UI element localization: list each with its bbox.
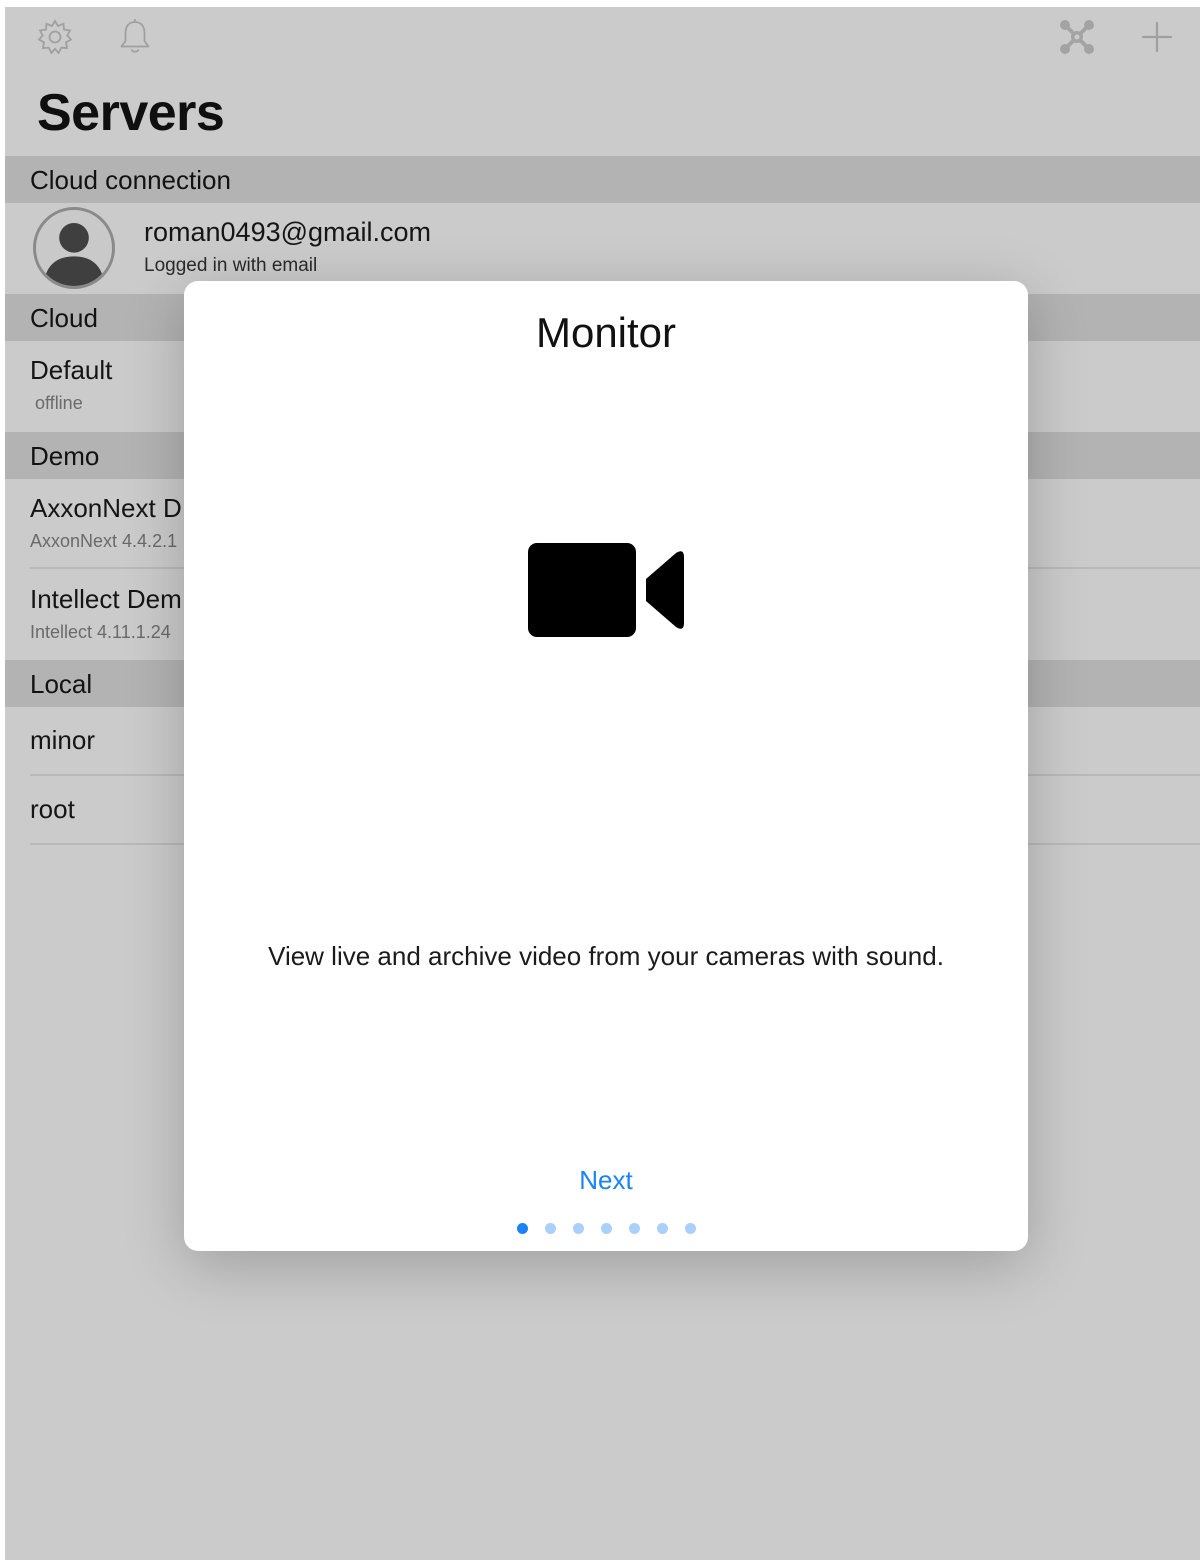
next-button[interactable]: Next [506,1165,706,1196]
page-dot[interactable] [516,1223,528,1234]
video-camera-icon [526,541,686,639]
server-status: offline [35,393,83,413]
gear-icon[interactable] [35,17,75,57]
page-title: Servers [37,84,225,142]
server-name: Intellect Dem [30,584,182,614]
bell-icon[interactable] [115,17,155,57]
page-indicator [184,1223,1028,1234]
network-icon[interactable] [1057,17,1097,57]
section-header-label: Cloud connection [30,165,231,195]
plus-icon[interactable] [1137,17,1177,57]
server-name: root [30,794,75,824]
page-dot[interactable] [628,1223,640,1234]
page-dot[interactable] [656,1223,668,1234]
cloud-account-row[interactable]: roman0493@gmail.com Logged in with email [5,203,1200,293]
server-name: Default [30,355,113,385]
page-dot[interactable] [544,1223,556,1234]
server-name: minor [30,725,96,755]
page-dot[interactable] [600,1223,612,1234]
server-version: Intellect 4.11.1.24 [30,622,171,642]
page-dot[interactable] [684,1223,696,1234]
section-header-label: Cloud [30,303,98,333]
server-version: AxxonNext 4.4.2.1 [30,531,178,551]
dialog-title: Monitor [535,309,677,356]
section-header-label: Local [30,669,93,699]
onboarding-dialog: Monitor View live and archive video from… [184,281,1028,1251]
page-dot[interactable] [572,1223,584,1234]
section-header-cloud-connection: Cloud connection [5,156,1200,203]
section-header-label: Demo [30,441,100,471]
account-status: Logged in with email [144,255,318,276]
account-email: roman0493@gmail.com [144,217,432,247]
dialog-description: View live and archive video from your ca… [268,941,944,971]
server-name: AxxonNext D [30,493,182,523]
top-toolbar [5,7,1200,69]
